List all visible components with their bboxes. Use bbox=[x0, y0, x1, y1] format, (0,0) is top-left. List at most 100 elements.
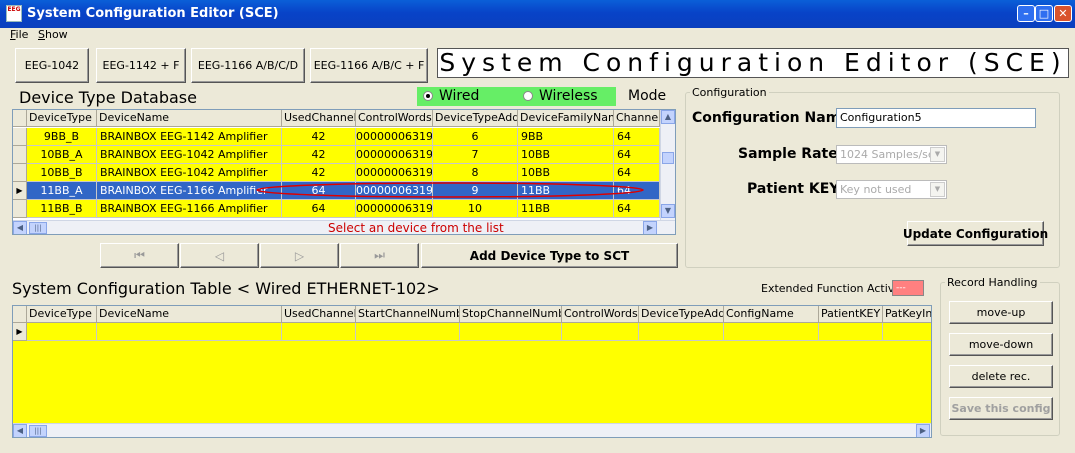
cell-devicename[interactable]: BRAINBOX EEG-1042 Amplifier bbox=[97, 146, 282, 164]
sct-col-devicetypeaddr[interactable]: DeviceTypeAddr bbox=[639, 306, 724, 323]
close-icon[interactable]: ✕ bbox=[1054, 5, 1072, 22]
sct-col-devicename[interactable]: DeviceName bbox=[97, 306, 282, 323]
move-down-button[interactable]: move-down bbox=[949, 333, 1053, 356]
cell-usedchannels[interactable]: 42 bbox=[282, 146, 356, 164]
nav-prior-button[interactable]: ◁ bbox=[180, 243, 259, 268]
sct-col-patkeyin[interactable]: PatKeyIn bbox=[883, 306, 931, 323]
cell-controlwords[interactable]: 000000063192 bbox=[356, 200, 433, 218]
device-type-grid[interactable]: DeviceType DeviceName UsedChannels Contr… bbox=[12, 109, 676, 235]
sct-cell[interactable] bbox=[819, 323, 883, 341]
wireless-radio[interactable] bbox=[523, 91, 533, 101]
scroll-right-icon[interactable]: ▶ bbox=[643, 221, 657, 234]
cell-channels[interactable]: 64 bbox=[614, 164, 660, 182]
chevron-down-icon[interactable]: ▼ bbox=[930, 147, 945, 162]
device-row[interactable]: 10BB_A BRAINBOX EEG-1042 Amplifier 42 00000… bbox=[13, 146, 660, 164]
scroll-up-icon[interactable]: ▲ bbox=[661, 110, 675, 124]
menu-show[interactable]: Show bbox=[38, 28, 68, 41]
sct-col-configname[interactable]: ConfigName bbox=[724, 306, 819, 323]
cell-devicetypeaddr[interactable]: 10 bbox=[433, 200, 518, 218]
chevron-down-icon[interactable]: ▼ bbox=[930, 182, 945, 197]
save-config-button[interactable]: Save this config bbox=[949, 397, 1053, 420]
cell-devicetype[interactable]: 11BB_B bbox=[27, 200, 97, 218]
minimize-icon[interactable]: – bbox=[1017, 5, 1035, 22]
sct-col-startchannelnumber[interactable]: StartChannelNumber bbox=[356, 306, 460, 323]
scroll-thumb[interactable] bbox=[662, 152, 674, 164]
maximize-icon[interactable]: □ bbox=[1035, 5, 1053, 22]
sct-cell[interactable] bbox=[356, 323, 460, 341]
cell-controlwords[interactable]: 000000063192 bbox=[356, 164, 433, 182]
patient-key-select[interactable]: Key not used ▼ bbox=[836, 180, 947, 199]
cell-devicetypeaddr[interactable]: 8 bbox=[433, 164, 518, 182]
sct-cell[interactable] bbox=[282, 323, 356, 341]
cell-channels[interactable]: 64 bbox=[614, 200, 660, 218]
hscroll-thumb[interactable]: ||| bbox=[29, 425, 47, 437]
eeg-1166-abcd-button[interactable]: EEG-1166 A/B/C/D bbox=[191, 48, 305, 83]
col-usedchannels[interactable]: UsedChannels bbox=[282, 110, 356, 127]
delete-record-button[interactable]: delete rec. bbox=[949, 365, 1053, 388]
scroll-right-icon[interactable]: ▶ bbox=[916, 424, 930, 437]
cell-devicetype[interactable]: 11BB_A bbox=[27, 182, 97, 200]
cell-channels[interactable]: 64 bbox=[614, 128, 660, 146]
scroll-left-icon[interactable]: ◀ bbox=[13, 424, 27, 437]
sample-rate-select[interactable]: 1024 Samples/sec ▼ bbox=[836, 145, 947, 164]
scroll-down-icon[interactable]: ▼ bbox=[661, 204, 675, 218]
col-controlwords[interactable]: ControlWords bbox=[356, 110, 433, 127]
sct-cell[interactable] bbox=[883, 323, 931, 341]
sct-col-stopchannelnumber[interactable]: StopChannelNumber bbox=[460, 306, 562, 323]
cell-devicetype[interactable]: 9BB_B bbox=[27, 128, 97, 146]
update-configuration-button[interactable]: Update Configuration bbox=[903, 221, 1048, 246]
title-bar[interactable]: EEG System Configuration Editor (SCE) – … bbox=[0, 0, 1075, 28]
eeg-1042-button[interactable]: EEG-1042 bbox=[15, 48, 89, 83]
system-configuration-grid[interactable]: DeviceType DeviceName UsedChannels Start… bbox=[12, 305, 932, 438]
cell-devicename[interactable]: BRAINBOX EEG-1042 Amplifier bbox=[97, 164, 282, 182]
grid-vertical-scrollbar[interactable]: ▲ ▼ bbox=[660, 110, 675, 220]
col-devicetype[interactable]: DeviceType bbox=[27, 110, 97, 127]
move-up-button[interactable]: move-up bbox=[949, 301, 1053, 324]
cell-devicetype[interactable]: 10BB_B bbox=[27, 164, 97, 182]
cell-devicetypeaddr[interactable]: 6 bbox=[433, 128, 518, 146]
cell-controlwords[interactable]: 000000063192 bbox=[356, 128, 433, 146]
cell-devicename[interactable]: BRAINBOX EEG-1166 Amplifier bbox=[97, 182, 282, 200]
cell-devicefamilyname[interactable]: 9BB bbox=[518, 128, 614, 146]
device-row[interactable]: 10BB_B BRAINBOX EEG-1042 Amplifier 42 00000… bbox=[13, 164, 660, 182]
device-row[interactable]: 11BB_B BRAINBOX EEG-1166 Amplifier 64 00000… bbox=[13, 200, 660, 218]
sct-cell[interactable] bbox=[460, 323, 562, 341]
sct-cell[interactable] bbox=[639, 323, 724, 341]
nav-last-button[interactable]: ⏭ bbox=[340, 243, 419, 268]
cell-devicetype[interactable]: 10BB_A bbox=[27, 146, 97, 164]
sct-cell[interactable] bbox=[562, 323, 639, 341]
sct-cell[interactable] bbox=[97, 323, 282, 341]
sct-cell[interactable] bbox=[724, 323, 819, 341]
add-device-type-button[interactable]: Add Device Type to SCT bbox=[421, 243, 678, 268]
cell-devicetypeaddr[interactable]: 7 bbox=[433, 146, 518, 164]
config-name-input[interactable]: Configuration5 bbox=[836, 108, 1036, 128]
wired-radio[interactable] bbox=[423, 91, 433, 101]
nav-next-button[interactable]: ▷ bbox=[260, 243, 339, 268]
cell-controlwords[interactable]: 000000063192 bbox=[356, 146, 433, 164]
sct-col-controlwords[interactable]: ControlWords bbox=[562, 306, 639, 323]
sct-cell[interactable] bbox=[27, 323, 97, 341]
wired-label[interactable]: Wired bbox=[439, 87, 479, 105]
col-devicetypeaddr[interactable]: DeviceTypeAddr bbox=[433, 110, 518, 127]
col-devicefamilyname[interactable]: DeviceFamilyName bbox=[518, 110, 614, 127]
cell-devicefamilyname[interactable]: 10BB bbox=[518, 164, 614, 182]
device-row[interactable]: 9BB_B BRAINBOX EEG-1142 Amplifier 42 000000… bbox=[13, 128, 660, 146]
eeg-1142-f-button[interactable]: EEG-1142 + F bbox=[96, 48, 186, 83]
cell-devicename[interactable]: BRAINBOX EEG-1142 Amplifier bbox=[97, 128, 282, 146]
nav-first-button[interactable]: ⏮ bbox=[100, 243, 179, 268]
cell-usedchannels[interactable]: 64 bbox=[282, 200, 356, 218]
wireless-label[interactable]: Wireless bbox=[539, 87, 598, 105]
cell-usedchannels[interactable]: 42 bbox=[282, 164, 356, 182]
sct-horizontal-scrollbar[interactable]: ◀ ||| ▶ bbox=[13, 423, 931, 437]
hscroll-thumb[interactable]: ||| bbox=[29, 222, 47, 234]
col-devicename[interactable]: DeviceName bbox=[97, 110, 282, 127]
cell-devicename[interactable]: BRAINBOX EEG-1166 Amplifier bbox=[97, 200, 282, 218]
cell-usedchannels[interactable]: 42 bbox=[282, 128, 356, 146]
sct-col-usedchannels[interactable]: UsedChannels bbox=[282, 306, 356, 323]
sct-col-devicetype[interactable]: DeviceType bbox=[27, 306, 97, 323]
eeg-1166-abc-f-button[interactable]: EEG-1166 A/B/C + F bbox=[310, 48, 428, 83]
cell-devicefamilyname[interactable]: 10BB bbox=[518, 146, 614, 164]
cell-devicefamilyname[interactable]: 11BB bbox=[518, 200, 614, 218]
col-channels[interactable]: Channels bbox=[614, 110, 660, 127]
scroll-left-icon[interactable]: ◀ bbox=[13, 221, 27, 234]
